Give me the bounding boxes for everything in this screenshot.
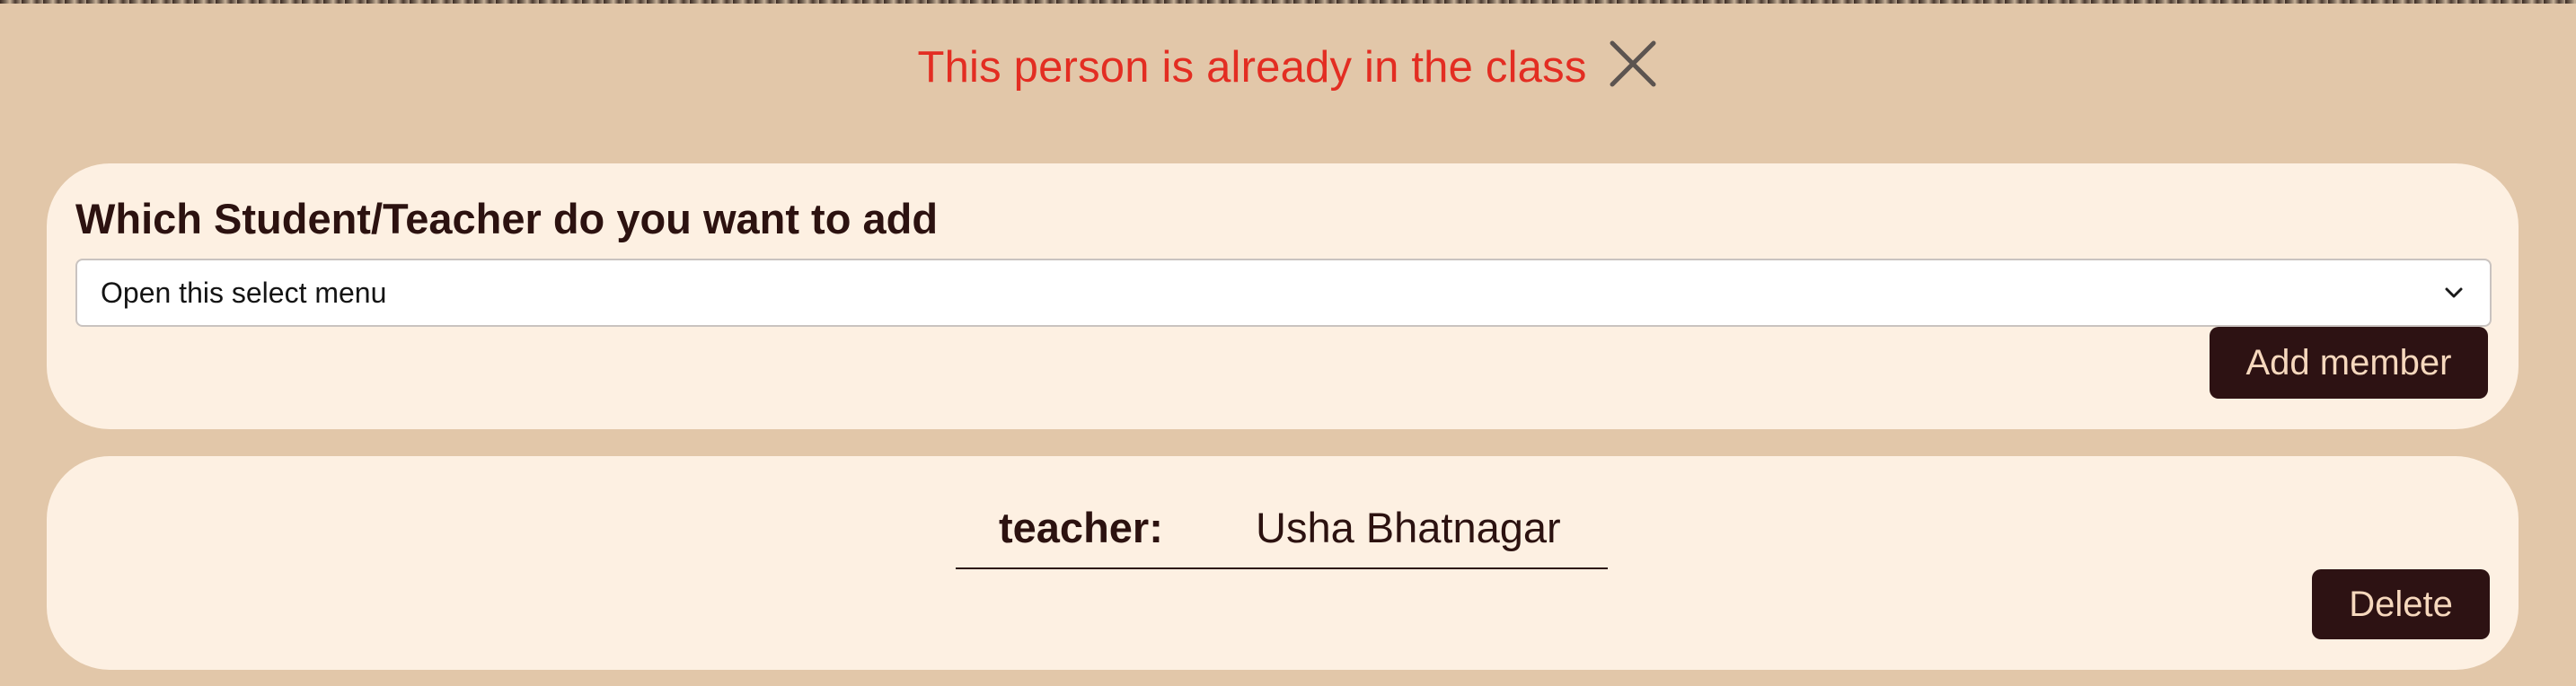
chevron-down-icon — [2441, 280, 2466, 305]
member-select-value: Open this select menu — [101, 276, 387, 309]
add-member-button[interactable]: Add member — [2210, 327, 2488, 399]
alert-banner: This person is already in the class — [0, 27, 2576, 108]
close-icon[interactable] — [1607, 38, 1659, 90]
delete-member-button[interactable]: Delete — [2312, 569, 2490, 639]
add-member-card: Which Student/Teacher do you want to add… — [47, 163, 2519, 429]
alert-message: This person is already in the class — [917, 43, 1587, 92]
member-card: teacher: Usha Bhatnagar Delete — [47, 456, 2519, 670]
member-role-label: teacher: — [999, 504, 1163, 551]
member-name: Usha Bhatnagar — [1256, 504, 1561, 551]
top-edge-strip — [0, 0, 2576, 4]
member-select[interactable]: Open this select menu — [75, 259, 2492, 327]
member-row: teacher: Usha Bhatnagar — [956, 499, 1608, 569]
add-member-title: Which Student/Teacher do you want to add — [75, 195, 939, 242]
